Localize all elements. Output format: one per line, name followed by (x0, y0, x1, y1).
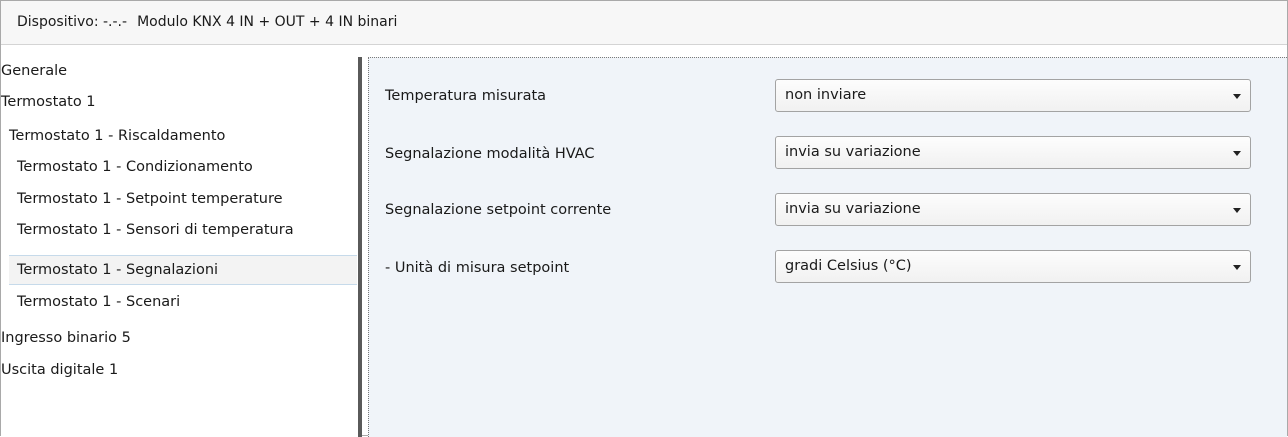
select-value: invia su variazione (785, 201, 921, 217)
pane-splitter[interactable] (358, 57, 362, 437)
sidebar-item-segnalazioni[interactable]: Termostato 1 - Segnalazioni (9, 255, 357, 285)
param-label-temperatura-misurata: Temperatura misurata (385, 88, 547, 104)
chevron-down-icon (1233, 208, 1241, 213)
temperatura-misurata-select[interactable]: non inviare (775, 79, 1251, 112)
select-value: non inviare (785, 87, 867, 103)
device-name: Modulo KNX 4 IN + OUT + 4 IN binari (137, 14, 398, 30)
sidebar-item-scenari[interactable]: Termostato 1 - Scenari (17, 287, 180, 317)
sidebar-item-ingresso-binario-5[interactable]: Ingresso binario 5 (1, 323, 131, 353)
modalita-hvac-select[interactable]: invia su variazione (775, 136, 1251, 169)
chevron-down-icon (1233, 265, 1241, 270)
device-title: Dispositivo: -.-.- Modulo KNX 4 IN + OUT … (17, 14, 397, 30)
setpoint-corrente-select[interactable]: invia su variazione (775, 193, 1251, 226)
param-label-setpoint-corrente: Segnalazione setpoint corrente (385, 202, 612, 218)
select-value: gradi Celsius (°C) (785, 258, 912, 274)
sidebar-item-riscaldamento[interactable]: Termostato 1 - Riscaldamento (9, 121, 225, 151)
sidebar-item-condizionamento[interactable]: Termostato 1 - Condizionamento (17, 152, 253, 182)
sidebar-item-setpoint-temperature[interactable]: Termostato 1 - Setpoint temperature (17, 184, 283, 214)
sidebar-item-termostato-1[interactable]: Termostato 1 (1, 87, 96, 117)
param-label-unita-misura-setpoint: - Unità di misura setpoint (385, 260, 570, 276)
sidebar-item-sensori-temperatura[interactable]: Termostato 1 - Sensori di temperatura (17, 215, 294, 245)
unita-misura-setpoint-select[interactable]: gradi Celsius (°C) (775, 250, 1251, 283)
parameter-tree: Generale Termostato 1 Termostato 1 - Ris… (1, 56, 359, 437)
param-label-modalita-hvac: Segnalazione modalità HVAC (385, 146, 595, 162)
chevron-down-icon (1233, 94, 1241, 99)
parameter-panel (368, 57, 1287, 437)
parameter-window: Dispositivo: -.-.- Modulo KNX 4 IN + OUT … (0, 0, 1288, 437)
chevron-down-icon (1233, 151, 1241, 156)
device-label: Dispositivo: -.-.- (17, 14, 128, 30)
select-value: invia su variazione (785, 144, 921, 160)
sidebar-item-generale[interactable]: Generale (1, 56, 67, 86)
device-header: Dispositivo: -.-.- Modulo KNX 4 IN + OUT … (1, 1, 1287, 45)
sidebar-item-uscita-digitale-1[interactable]: Uscita digitale 1 (1, 355, 118, 385)
